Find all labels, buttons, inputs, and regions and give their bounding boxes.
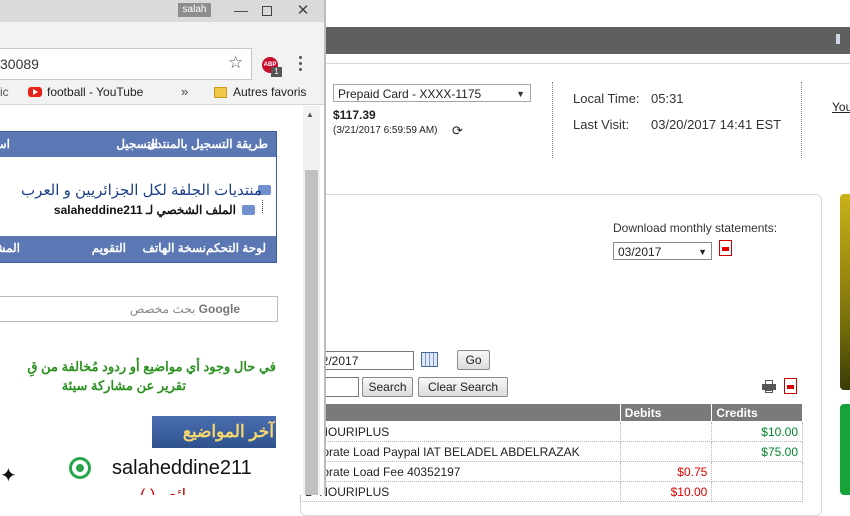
calendar-icon[interactable] bbox=[421, 352, 438, 367]
refresh-icon[interactable]: ⟳ bbox=[452, 124, 463, 137]
google-brand: Google bbox=[198, 302, 240, 316]
side-banner-image bbox=[840, 194, 850, 390]
table-row[interactable]: L *NOURIPLUS $10.00 bbox=[300, 481, 803, 502]
youtube-icon bbox=[28, 87, 42, 97]
bookmark-other-favorites[interactable]: Autres favoris bbox=[233, 85, 306, 99]
nav-register[interactable]: التسجيل bbox=[116, 137, 158, 151]
google-search-placeholder: Google بحث مخصص bbox=[130, 302, 240, 316]
scroll-up-icon[interactable]: ▲ bbox=[306, 110, 314, 119]
cell-credit bbox=[711, 461, 803, 482]
last-visit-label: Last Visit: bbox=[573, 117, 630, 132]
balance-timestamp: (3/21/2017 6:59:59 AM) bbox=[333, 125, 438, 136]
user-subtitle: بائع...(ـ) bbox=[140, 485, 191, 495]
latest-topics-title: آخر المواضيع bbox=[182, 422, 274, 441]
side-banner-image bbox=[840, 404, 850, 495]
nav-control-panel[interactable]: لوحة التحكم bbox=[206, 241, 266, 255]
bookmarks-overflow-button[interactable]: » bbox=[181, 84, 188, 99]
forum-notice-line: في حال وجود أي مواضيع أو ردود مُخالفة من… bbox=[27, 359, 276, 374]
cell-description: orporate Load Paypal IAT BELADEL ABDELRA… bbox=[300, 441, 621, 462]
chevron-down-icon: ▼ bbox=[698, 247, 707, 257]
minimize-button[interactable]: — bbox=[228, 0, 254, 22]
transactions-table: on Debits Credits L *NOURIPLUS $10.00 or… bbox=[300, 403, 803, 502]
local-time-label: Local Time: bbox=[573, 91, 640, 106]
statement-month-select[interactable]: 03/2017 ▼ bbox=[613, 242, 712, 260]
column-header-credits[interactable]: Credits bbox=[711, 403, 803, 422]
search-button[interactable]: Search bbox=[362, 377, 413, 397]
local-time-value: 05:31 bbox=[651, 91, 684, 106]
download-statements-label: Download monthly statements: bbox=[613, 221, 778, 235]
account-select-value: Prepaid Card - XXXX-1175 bbox=[338, 87, 482, 101]
cell-debit bbox=[619, 441, 713, 462]
column-header-description[interactable]: on bbox=[300, 403, 621, 422]
clear-search-button[interactable]: Clear Search bbox=[418, 377, 508, 397]
your-account-link[interactable]: You bbox=[832, 100, 850, 114]
table-row[interactable]: orporate Load Paypal IAT BELADEL ABDELRA… bbox=[300, 441, 803, 462]
cell-credit: $10.00 bbox=[711, 421, 803, 442]
forum-title-link[interactable]: منتديات الجلفة لكل الجزائريين و العرب bbox=[21, 181, 262, 199]
menu-icon[interactable] bbox=[299, 56, 303, 74]
adblock-count-badge: 1 bbox=[271, 67, 282, 77]
divider bbox=[801, 82, 803, 158]
print-icon[interactable] bbox=[762, 380, 776, 393]
divider bbox=[552, 82, 554, 158]
address-bar[interactable]: 30089 bbox=[0, 48, 252, 80]
folder-icon bbox=[214, 87, 227, 98]
background-nav-bar bbox=[326, 27, 850, 54]
go-button[interactable]: Go bbox=[457, 350, 490, 370]
profile-button[interactable]: salah bbox=[178, 3, 211, 17]
online-status-icon bbox=[69, 457, 91, 479]
account-balance: $117.39 bbox=[333, 108, 376, 122]
column-header-debits[interactable]: Debits bbox=[619, 403, 713, 422]
cell-debit bbox=[619, 421, 713, 442]
cell-description: L *NOURIPLUS bbox=[300, 421, 621, 442]
tree-connector bbox=[262, 200, 264, 213]
cell-description: L *NOURIPLUS bbox=[300, 481, 621, 502]
close-button[interactable]: ✕ bbox=[282, 0, 324, 22]
table-row[interactable]: orporate Load Fee 40352197 $0.75 bbox=[300, 461, 803, 482]
maximize-button[interactable] bbox=[256, 0, 276, 22]
table-row[interactable]: L *NOURIPLUS $10.00 bbox=[300, 421, 803, 442]
header-divider bbox=[326, 63, 850, 64]
nav-registration-method[interactable]: طريقة التسجيل بالمنتدى bbox=[147, 137, 268, 151]
username-link[interactable]: salaheddine211 bbox=[112, 457, 252, 480]
nav-item-partial[interactable]: اس bbox=[0, 137, 10, 151]
last-visit-value: 03/20/2017 14:41 EST bbox=[651, 117, 782, 132]
scrollbar-thumb[interactable] bbox=[305, 170, 318, 495]
profile-link[interactable]: الملف الشخصي لـ salaheddine211 bbox=[54, 203, 236, 217]
chevron-down-icon: ▼ bbox=[516, 89, 525, 99]
profile-folder-icon bbox=[242, 205, 255, 215]
month-select-value: 03/2017 bbox=[618, 245, 662, 259]
background-top-strip bbox=[326, 0, 850, 27]
cell-description: orporate Load Fee 40352197 bbox=[300, 461, 621, 482]
cell-credit bbox=[711, 481, 803, 502]
table-header-row: on Debits Credits bbox=[300, 403, 803, 422]
placeholder-text: بحث مخصص bbox=[129, 302, 196, 316]
report-post-link[interactable]: تقرير عن مشاركة سيئة bbox=[62, 378, 186, 394]
account-select[interactable]: Prepaid Card - XXXX-1175 ▼ bbox=[333, 84, 531, 102]
bookmark-item[interactable]: ic bbox=[0, 85, 9, 99]
pdf-icon[interactable] bbox=[784, 378, 797, 394]
nav-bar-marker bbox=[836, 34, 840, 44]
cell-credit: $75.00 bbox=[711, 441, 803, 462]
nav-posts[interactable]: المشاركات bbox=[0, 241, 20, 255]
bookmark-football-youtube[interactable]: football - YouTube bbox=[47, 85, 143, 99]
star-icon[interactable]: ☆ bbox=[228, 53, 243, 73]
cell-debit: $0.75 bbox=[619, 461, 713, 482]
nav-mobile-version[interactable]: نسخة الهاتف bbox=[143, 241, 207, 255]
pdf-icon[interactable] bbox=[719, 240, 732, 256]
cell-debit: $10.00 bbox=[619, 481, 713, 502]
chrome-window: salah — ✕ 30089 ☆ ABP 1 ic football - Yo… bbox=[0, 0, 326, 495]
star-badge-icon: ✦ bbox=[0, 465, 17, 487]
nav-calendar[interactable]: التقويم bbox=[92, 241, 126, 255]
